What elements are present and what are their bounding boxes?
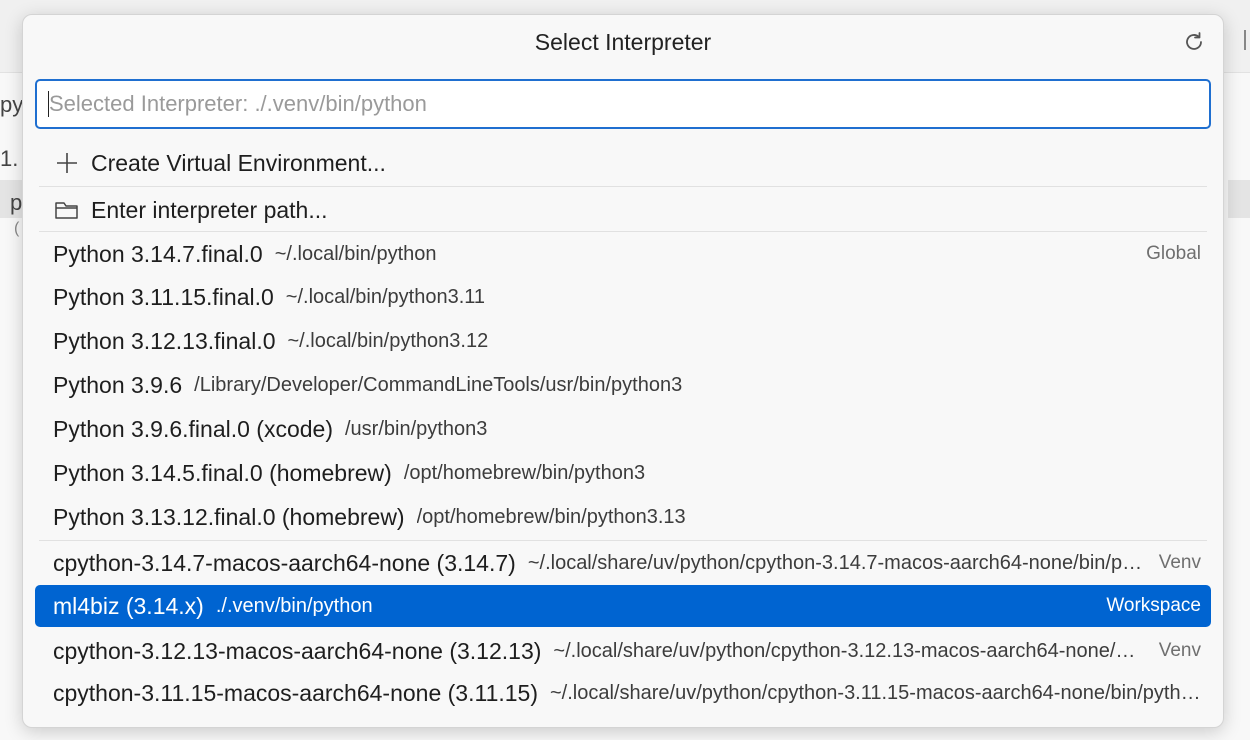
environment-item[interactable]: cpython-3.12.13-macos-aarch64-none (3.12… [35, 630, 1211, 672]
editor-text-fragment: ( [14, 220, 20, 237]
interpreter-path: ~/.local/share/uv/python/cpython-3.11.15… [550, 681, 1201, 704]
interpreter-path: ./.venv/bin/python [215, 594, 373, 617]
interpreter-name: Python 3.13.12.final.0 (homebrew) [53, 503, 405, 530]
interpreter-path: ~/.local/bin/python3.12 [287, 329, 489, 352]
item-label: Enter interpreter path... [91, 196, 328, 223]
folder-icon [53, 196, 81, 224]
interpreter-name: Python 3.9.6 [53, 371, 183, 398]
interpreter-path: /opt/homebrew/bin/python3.13 [416, 505, 686, 528]
interpreter-item[interactable]: Python 3.9.6 /Library/Developer/CommandL… [35, 364, 1211, 406]
separator [39, 231, 1207, 232]
enter-interpreter-path-item[interactable]: Enter interpreter path... [35, 189, 1211, 231]
refresh-icon [1182, 30, 1206, 59]
interpreter-name: Python 3.14.7.final.0 [53, 240, 263, 267]
interpreter-search-input[interactable] [49, 81, 1199, 127]
interpreter-item[interactable]: Python 3.11.15.final.0 ~/.local/bin/pyth… [35, 276, 1211, 318]
interpreter-name: cpython-3.11.15-macos-aarch64-none (3.11… [53, 679, 538, 706]
interpreter-tag: Venv [1158, 640, 1201, 661]
environment-item[interactable]: cpython-3.11.15-macos-aarch64-none (3.11… [35, 672, 1211, 714]
editor-selection-highlight [1228, 180, 1250, 218]
interpreter-item[interactable]: Python 3.14.7.final.0 ~/.local/bin/pytho… [35, 233, 1211, 275]
interpreter-path: ~/.local/bin/python [274, 242, 437, 265]
interpreter-item[interactable]: Python 3.13.12.final.0 (homebrew) /opt/h… [35, 496, 1211, 538]
quick-pick-title: Select Interpreter [534, 29, 712, 55]
interpreter-path: /Library/Developer/CommandLineTools/usr/… [194, 373, 683, 396]
separator [39, 540, 1207, 541]
interpreter-path: /opt/homebrew/bin/python3 [403, 461, 646, 484]
interpreter-name: Python 3.11.15.final.0 [53, 283, 274, 310]
editor-text-fragment: py [0, 92, 24, 117]
editor-text-fragment: p [10, 190, 23, 215]
interpreter-name: Python 3.12.13.final.0 [53, 327, 276, 354]
interpreter-tag: Venv [1158, 552, 1201, 573]
interpreter-path: ~/.local/bin/python3.11 [285, 285, 486, 308]
interpreter-tag: Global [1146, 243, 1201, 264]
interpreter-name: ml4biz (3.14.x) [53, 592, 204, 619]
item-label: Create Virtual Environment... [91, 149, 386, 176]
create-virtual-environment-item[interactable]: Create Virtual Environment... [35, 142, 1211, 184]
separator [39, 186, 1207, 187]
refresh-button[interactable] [1179, 29, 1209, 59]
interpreter-name: cpython-3.14.7-macos-aarch64-none (3.14.… [53, 549, 516, 576]
interpreter-name: cpython-3.12.13-macos-aarch64-none (3.12… [53, 637, 542, 664]
editor-scroll-marker [1244, 30, 1250, 50]
select-interpreter-quick-pick: Select Interpreter Create Virtual Enviro… [22, 14, 1224, 728]
selected-environment-item[interactable]: ml4biz (3.14.x) ./.venv/bin/python Works… [35, 585, 1211, 627]
editor-text-fragment: 1. [0, 146, 19, 171]
interpreter-name: Python 3.9.6.final.0 (xcode) [53, 415, 333, 442]
environment-item[interactable]: cpython-3.14.7-macos-aarch64-none (3.14.… [35, 542, 1211, 584]
interpreter-item[interactable]: Python 3.9.6.final.0 (xcode) /usr/bin/py… [35, 408, 1211, 450]
interpreter-path: /usr/bin/python3 [345, 417, 488, 440]
interpreter-path: ~/.local/share/uv/python/cpython-3.14.7-… [527, 551, 1143, 574]
interpreter-tag: Workspace [1106, 595, 1201, 616]
interpreter-item[interactable]: Python 3.14.5.final.0 (homebrew) /opt/ho… [35, 452, 1211, 494]
interpreter-path: ~/.local/share/uv/python/cpython-3.12.13… [553, 639, 1143, 662]
plus-icon [53, 149, 81, 177]
interpreter-name: Python 3.14.5.final.0 (homebrew) [53, 459, 392, 486]
interpreter-search-box [35, 79, 1211, 129]
interpreter-item[interactable]: Python 3.12.13.final.0 ~/.local/bin/pyth… [35, 320, 1211, 362]
